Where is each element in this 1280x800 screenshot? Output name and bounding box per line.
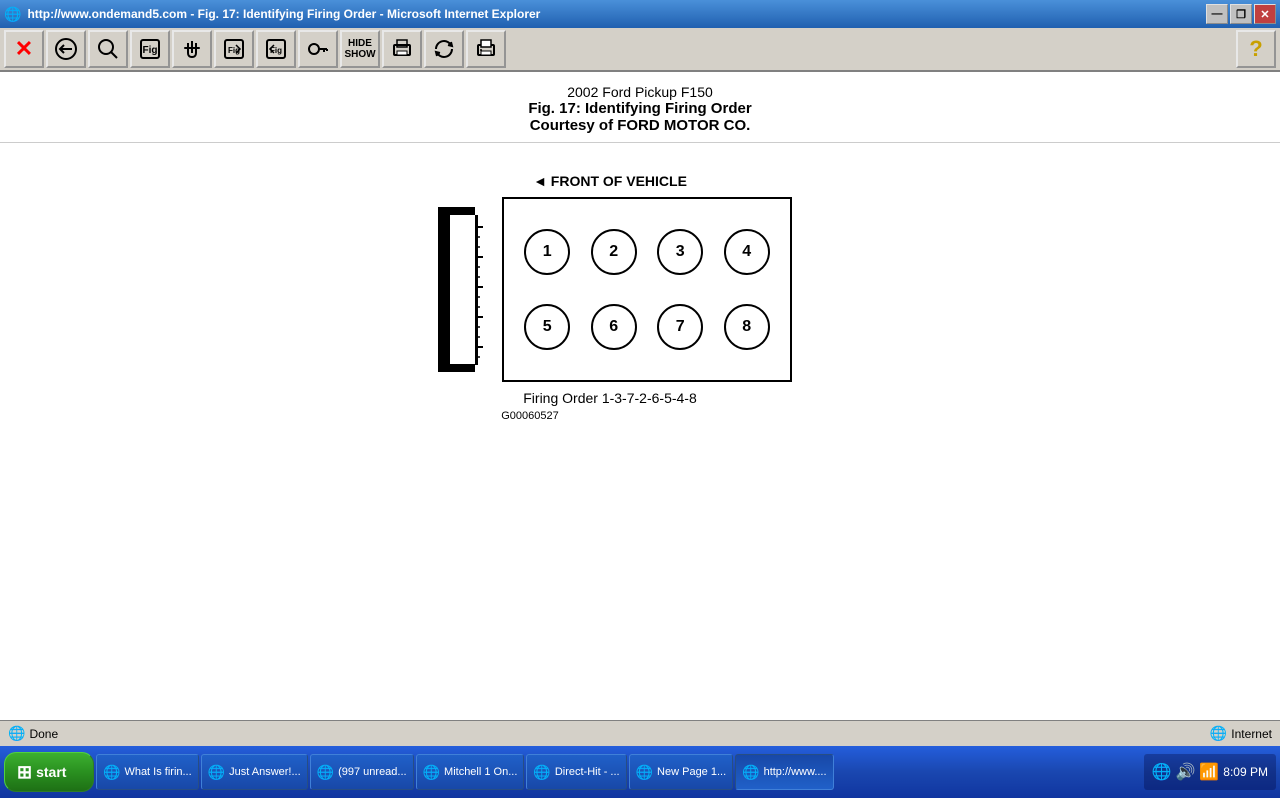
status-text: Done xyxy=(29,727,58,741)
title-bar-buttons: — ❐ ✕ xyxy=(1206,4,1276,24)
taskbar-item-label-5: New Page 1... xyxy=(657,766,726,778)
taskbar: ⊞ start 🌐 What Is firin... 🌐 Just Answer… xyxy=(0,746,1280,798)
cylinder-4: 4 xyxy=(724,229,770,275)
taskbar-item-label-1: Just Answer!... xyxy=(229,766,301,778)
start-icon: ⊞ xyxy=(17,762,32,783)
taskbar-item-6[interactable]: 🌐 http://www.... xyxy=(735,754,833,790)
part-number: G00060527 xyxy=(501,410,559,422)
taskbar-item-icon-2: 🌐 xyxy=(317,764,334,781)
cylinder-8: 8 xyxy=(724,304,770,350)
hideshow-button[interactable]: HIDESHOW xyxy=(340,30,380,68)
engine-container: 1 2 3 4 5 6 7 xyxy=(428,197,792,382)
sys-icon-3: 📶 xyxy=(1199,762,1219,782)
svg-text:Fig: Fig xyxy=(143,45,158,56)
sys-icon-2: 🔊 xyxy=(1175,762,1195,782)
taskbar-item-icon-0: 🌐 xyxy=(103,764,120,781)
internet-icon: 🌐 xyxy=(1210,725,1227,742)
figure-title: Fig. 17: Identifying Firing Order xyxy=(0,100,1280,117)
refresh-button[interactable] xyxy=(424,30,464,68)
close-button[interactable]: ✕ xyxy=(4,30,44,68)
taskbar-right: 🌐 🔊 📶 8:09 PM xyxy=(1144,754,1276,790)
diagram-area: ◄ FRONT OF VEHICLE xyxy=(0,143,1280,422)
status-right: 🌐 Internet xyxy=(1210,725,1272,742)
firing-order-text: Firing Order 1-3-7-2-6-5-4-8 xyxy=(523,390,697,406)
taskbar-item-1[interactable]: 🌐 Just Answer!... xyxy=(201,754,308,790)
taskbar-item-label-6: http://www.... xyxy=(764,766,827,778)
taskbar-item-4[interactable]: 🌐 Direct-Hit - ... xyxy=(526,754,626,790)
cylinder-5: 5 xyxy=(524,304,570,350)
vehicle-title: 2002 Ford Pickup F150 xyxy=(0,84,1280,100)
taskbar-item-label-0: What Is firin... xyxy=(124,766,191,778)
front-of-vehicle-label: ◄ FRONT OF VEHICLE xyxy=(533,173,687,189)
taskbar-items: 🌐 What Is firin... 🌐 Just Answer!... 🌐 (… xyxy=(96,754,1142,790)
taskbar-item-0[interactable]: 🌐 What Is firin... xyxy=(96,754,199,790)
back-button[interactable] xyxy=(46,30,86,68)
status-bar: 🌐 Done 🌐 Internet xyxy=(0,720,1280,746)
taskbar-item-icon-5: 🌐 xyxy=(636,764,653,781)
engine-block: 1 2 3 4 5 6 7 xyxy=(502,197,792,382)
cylinder-7: 7 xyxy=(657,304,703,350)
restore-button[interactable]: ❐ xyxy=(1230,4,1252,24)
cylinder-2: 2 xyxy=(591,229,637,275)
sys-icon-1: 🌐 xyxy=(1152,762,1172,782)
taskbar-item-label-4: Direct-Hit - ... xyxy=(555,766,620,778)
start-label: start xyxy=(36,764,66,780)
zone-text: Internet xyxy=(1231,727,1272,741)
title-bar-icon: 🌐 xyxy=(4,6,21,23)
title-bar: 🌐 http://www.ondemand5.com - Fig. 17: Id… xyxy=(0,0,1280,28)
page-header: 2002 Ford Pickup F150 Fig. 17: Identifyi… xyxy=(0,72,1280,143)
taskbar-item-3[interactable]: 🌐 Mitchell 1 On... xyxy=(416,754,525,790)
cylinder-6: 6 xyxy=(591,304,637,350)
cylinder-3: 3 xyxy=(657,229,703,275)
search-button[interactable] xyxy=(88,30,128,68)
courtesy-title: Courtesy of FORD MOTOR CO. xyxy=(0,117,1280,134)
clock: 8:09 PM xyxy=(1223,765,1268,779)
taskbar-item-icon-4: 🌐 xyxy=(533,764,550,781)
help-button[interactable]: ? xyxy=(1236,30,1276,68)
taskbar-item-2[interactable]: 🌐 (997 unread... xyxy=(310,754,414,790)
start-button[interactable]: ⊞ start xyxy=(4,752,94,792)
status-icon: 🌐 xyxy=(8,725,25,742)
fig2-button[interactable]: Fig xyxy=(214,30,254,68)
engine-bracket-svg xyxy=(428,197,498,382)
window-close-button[interactable]: ✕ xyxy=(1254,4,1276,24)
taskbar-item-icon-6: 🌐 xyxy=(742,764,759,781)
toolbar: ✕ Fig Fig Fig HIDESHOW ? xyxy=(0,28,1280,72)
cylinder-1: 1 xyxy=(524,229,570,275)
taskbar-item-icon-3: 🌐 xyxy=(423,764,440,781)
fig3-button[interactable]: Fig xyxy=(256,30,296,68)
taskbar-item-5[interactable]: 🌐 New Page 1... xyxy=(629,754,734,790)
content-area: 2002 Ford Pickup F150 Fig. 17: Identifyi… xyxy=(0,72,1280,720)
print-preview-button[interactable] xyxy=(382,30,422,68)
key-button[interactable] xyxy=(298,30,338,68)
taskbar-item-icon-1: 🌐 xyxy=(208,764,225,781)
engine-left-symbol xyxy=(428,197,498,382)
fig-button[interactable]: Fig xyxy=(130,30,170,68)
title-bar-text: http://www.ondemand5.com - Fig. 17: Iden… xyxy=(27,7,1206,21)
minimize-button[interactable]: — xyxy=(1206,4,1228,24)
status-left: 🌐 Done xyxy=(8,725,1208,742)
taskbar-item-label-3: Mitchell 1 On... xyxy=(444,766,517,778)
taskbar-item-label-2: (997 unread... xyxy=(338,766,407,778)
print-button[interactable] xyxy=(466,30,506,68)
hand-button[interactable] xyxy=(172,30,212,68)
